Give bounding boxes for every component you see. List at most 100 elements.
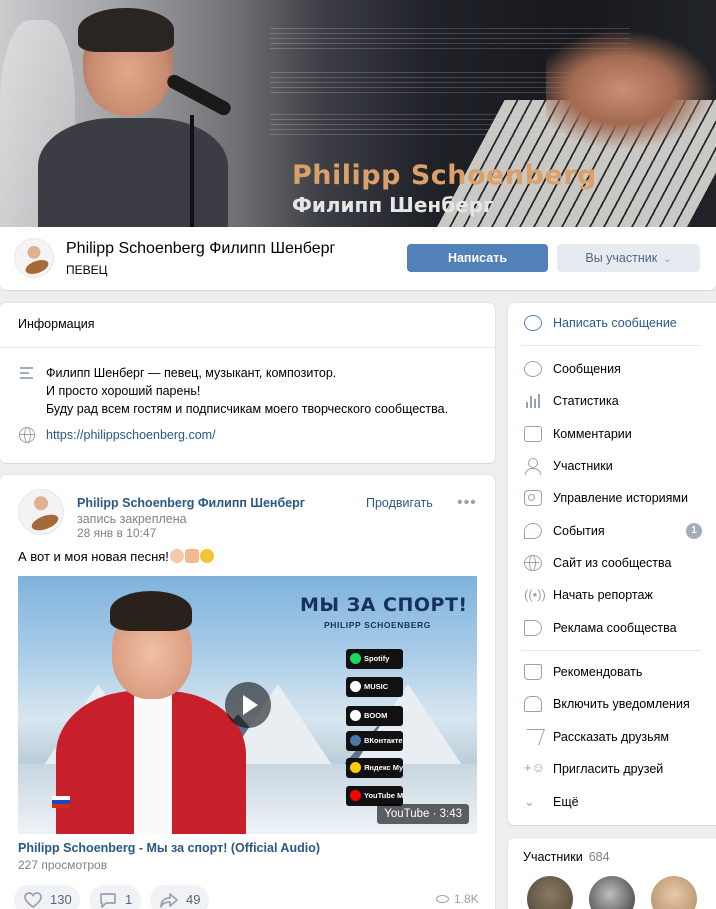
messages-icon bbox=[524, 361, 542, 377]
video-poster-title: МЫ ЗА СПОРТ! bbox=[300, 594, 468, 616]
play-icon[interactable] bbox=[225, 682, 271, 728]
statistics-icon bbox=[524, 393, 542, 409]
video-views: 227 просмотров bbox=[18, 858, 108, 872]
post-text-content: А вот и моя новая песня! bbox=[18, 549, 169, 564]
description-icon bbox=[20, 367, 33, 379]
thumbs-up-emoji bbox=[184, 549, 199, 563]
menu-item-broadcast[interactable]: ((•)) Начать репортаж bbox=[508, 579, 716, 611]
post-author-link[interactable]: Philipp Schoenberg Филипп Шенберг bbox=[77, 496, 305, 510]
post-views: 1.8K bbox=[436, 892, 479, 906]
group-header: Philipp Schoenberg Филипп Шенберг Philip… bbox=[0, 0, 716, 290]
chevron-down-icon: ⌄ bbox=[524, 794, 535, 809]
menu-item-members[interactable]: Участники bbox=[508, 450, 716, 482]
menu-item-label: Включить уведомления bbox=[553, 697, 690, 711]
menu-item-more[interactable]: ⌄ Ещё bbox=[508, 786, 716, 818]
menu-item-label: Пригласить друзей bbox=[553, 762, 664, 776]
menu-item-label: Ещё bbox=[553, 795, 579, 809]
group-avatar[interactable] bbox=[14, 238, 54, 278]
comment-icon bbox=[100, 893, 116, 908]
video-player[interactable]: МЫ ЗА СПОРТ! PHILIPP SCHOENBERG Spotify … bbox=[18, 576, 477, 834]
smiling-face-emoji bbox=[199, 549, 214, 563]
post-action: запись закреплена bbox=[77, 512, 187, 526]
megaphone-icon bbox=[524, 620, 542, 636]
menu-item-label: Управление историями bbox=[553, 491, 689, 505]
menu-item-events[interactable]: События bbox=[508, 515, 716, 547]
membership-button[interactable]: Вы участник ⌄ bbox=[557, 244, 700, 272]
share-icon bbox=[160, 893, 178, 908]
menu-item-label: Статистика bbox=[553, 394, 619, 408]
menu-item-ads[interactable]: Реклама сообщества bbox=[508, 612, 716, 644]
members-title-label: Участники bbox=[523, 850, 583, 864]
comment-count: 1 bbox=[125, 892, 133, 907]
video-duration: YouTube · 3:43 bbox=[377, 804, 469, 824]
heart-icon bbox=[24, 892, 42, 908]
members-title[interactable]: Участники 684 bbox=[523, 850, 610, 864]
clapping-hands-emoji bbox=[169, 549, 184, 563]
post-header: Philipp Schoenberg Филипп Шенберг запись… bbox=[77, 495, 337, 527]
globe-icon bbox=[19, 427, 35, 443]
more-options-icon[interactable]: ••• bbox=[457, 494, 477, 512]
video-title-link[interactable]: Philipp Schoenberg - Мы за спорт! (Offic… bbox=[18, 841, 320, 855]
share-icon bbox=[521, 729, 545, 745]
group-status: ПЕВЕЦ bbox=[66, 263, 108, 277]
cover-title-en: Philipp Schoenberg bbox=[292, 160, 597, 191]
bell-icon bbox=[524, 696, 542, 712]
menu-item-label: Комментарии bbox=[553, 427, 632, 441]
members-icon bbox=[524, 458, 542, 475]
comment-button[interactable]: 1 bbox=[89, 885, 141, 909]
members-count: 684 bbox=[588, 850, 610, 864]
menu-item-invite-friends[interactable]: +☺ Пригласить друзей bbox=[508, 753, 716, 785]
stories-icon bbox=[524, 490, 542, 506]
store-badge: MUSIC bbox=[346, 677, 403, 697]
post-views-count: 1.8K bbox=[454, 892, 479, 906]
write-message-button[interactable]: Написать bbox=[407, 244, 548, 272]
divider bbox=[0, 347, 495, 348]
post-author-avatar[interactable] bbox=[18, 489, 64, 535]
menu-item-label: Начать репортаж bbox=[553, 588, 653, 602]
add-user-icon: +☺ bbox=[524, 760, 545, 775]
membership-button-label: Вы участник bbox=[585, 251, 658, 265]
post-date[interactable]: 28 янв в 10:47 bbox=[77, 526, 156, 540]
share-count: 49 bbox=[186, 892, 201, 907]
menu-item-statistics[interactable]: Статистика bbox=[508, 385, 716, 417]
group-name: Philipp Schoenberg Филипп Шенберг bbox=[66, 240, 336, 257]
menu-item-site[interactable]: Сайт из сообщества bbox=[508, 547, 716, 579]
info-title: Информация bbox=[18, 317, 95, 331]
menu-item-label: События bbox=[553, 524, 605, 538]
broadcast-icon: ((•)) bbox=[524, 587, 546, 602]
promote-button[interactable]: Продвигать bbox=[366, 496, 433, 510]
menu-item-label: Написать сообщение bbox=[553, 316, 677, 330]
divider bbox=[521, 650, 701, 651]
description-line: И просто хороший парень! bbox=[46, 384, 201, 398]
share-button[interactable]: 49 bbox=[150, 885, 209, 909]
menu-item-comments[interactable]: Комментарии bbox=[508, 418, 716, 450]
menu-item-label: Рассказать друзьям bbox=[553, 730, 670, 744]
comments-icon bbox=[524, 426, 542, 442]
menu-item-notifications[interactable]: Включить уведомления bbox=[508, 688, 716, 720]
cover-title-ru: Филипп Шенберг bbox=[292, 193, 494, 217]
menu-item-recommend[interactable]: Рекомендовать bbox=[508, 656, 716, 688]
site-link[interactable]: https://philippschoenberg.com/ bbox=[46, 428, 216, 442]
message-bubble-icon bbox=[524, 315, 542, 331]
video-poster-person bbox=[36, 591, 246, 834]
menu-item-messages[interactable]: Сообщения bbox=[508, 353, 716, 385]
store-badge: Spotify bbox=[346, 649, 403, 669]
menu-item-label: Реклама сообщества bbox=[553, 621, 677, 635]
like-button[interactable]: 130 bbox=[14, 885, 80, 909]
divider bbox=[521, 345, 701, 346]
events-icon bbox=[524, 523, 542, 539]
description-line: Филипп Шенберг — певец, музыкант, композ… bbox=[46, 366, 337, 380]
description-line: Буду рад всем гостям и подписчикам моего… bbox=[46, 402, 449, 416]
thumb-up-icon bbox=[524, 664, 542, 680]
post-text: А вот и моя новая песня! bbox=[18, 549, 214, 564]
menu-item-label: Рекомендовать bbox=[553, 665, 643, 679]
menu-item-write-message[interactable]: Написать сообщение bbox=[508, 307, 716, 339]
menu-item-label: Участники bbox=[553, 459, 613, 473]
menu-item-stories[interactable]: Управление историями bbox=[508, 482, 716, 514]
menu-item-tell-friends[interactable]: Рассказать друзьям bbox=[508, 721, 716, 753]
chevron-down-icon: ⌄ bbox=[663, 254, 672, 265]
cover-image: Philipp Schoenberg Филипп Шенберг bbox=[0, 0, 716, 227]
menu-item-label: Сообщения bbox=[553, 362, 621, 376]
like-count: 130 bbox=[50, 892, 72, 907]
store-badge: YouTube Music bbox=[346, 786, 403, 806]
